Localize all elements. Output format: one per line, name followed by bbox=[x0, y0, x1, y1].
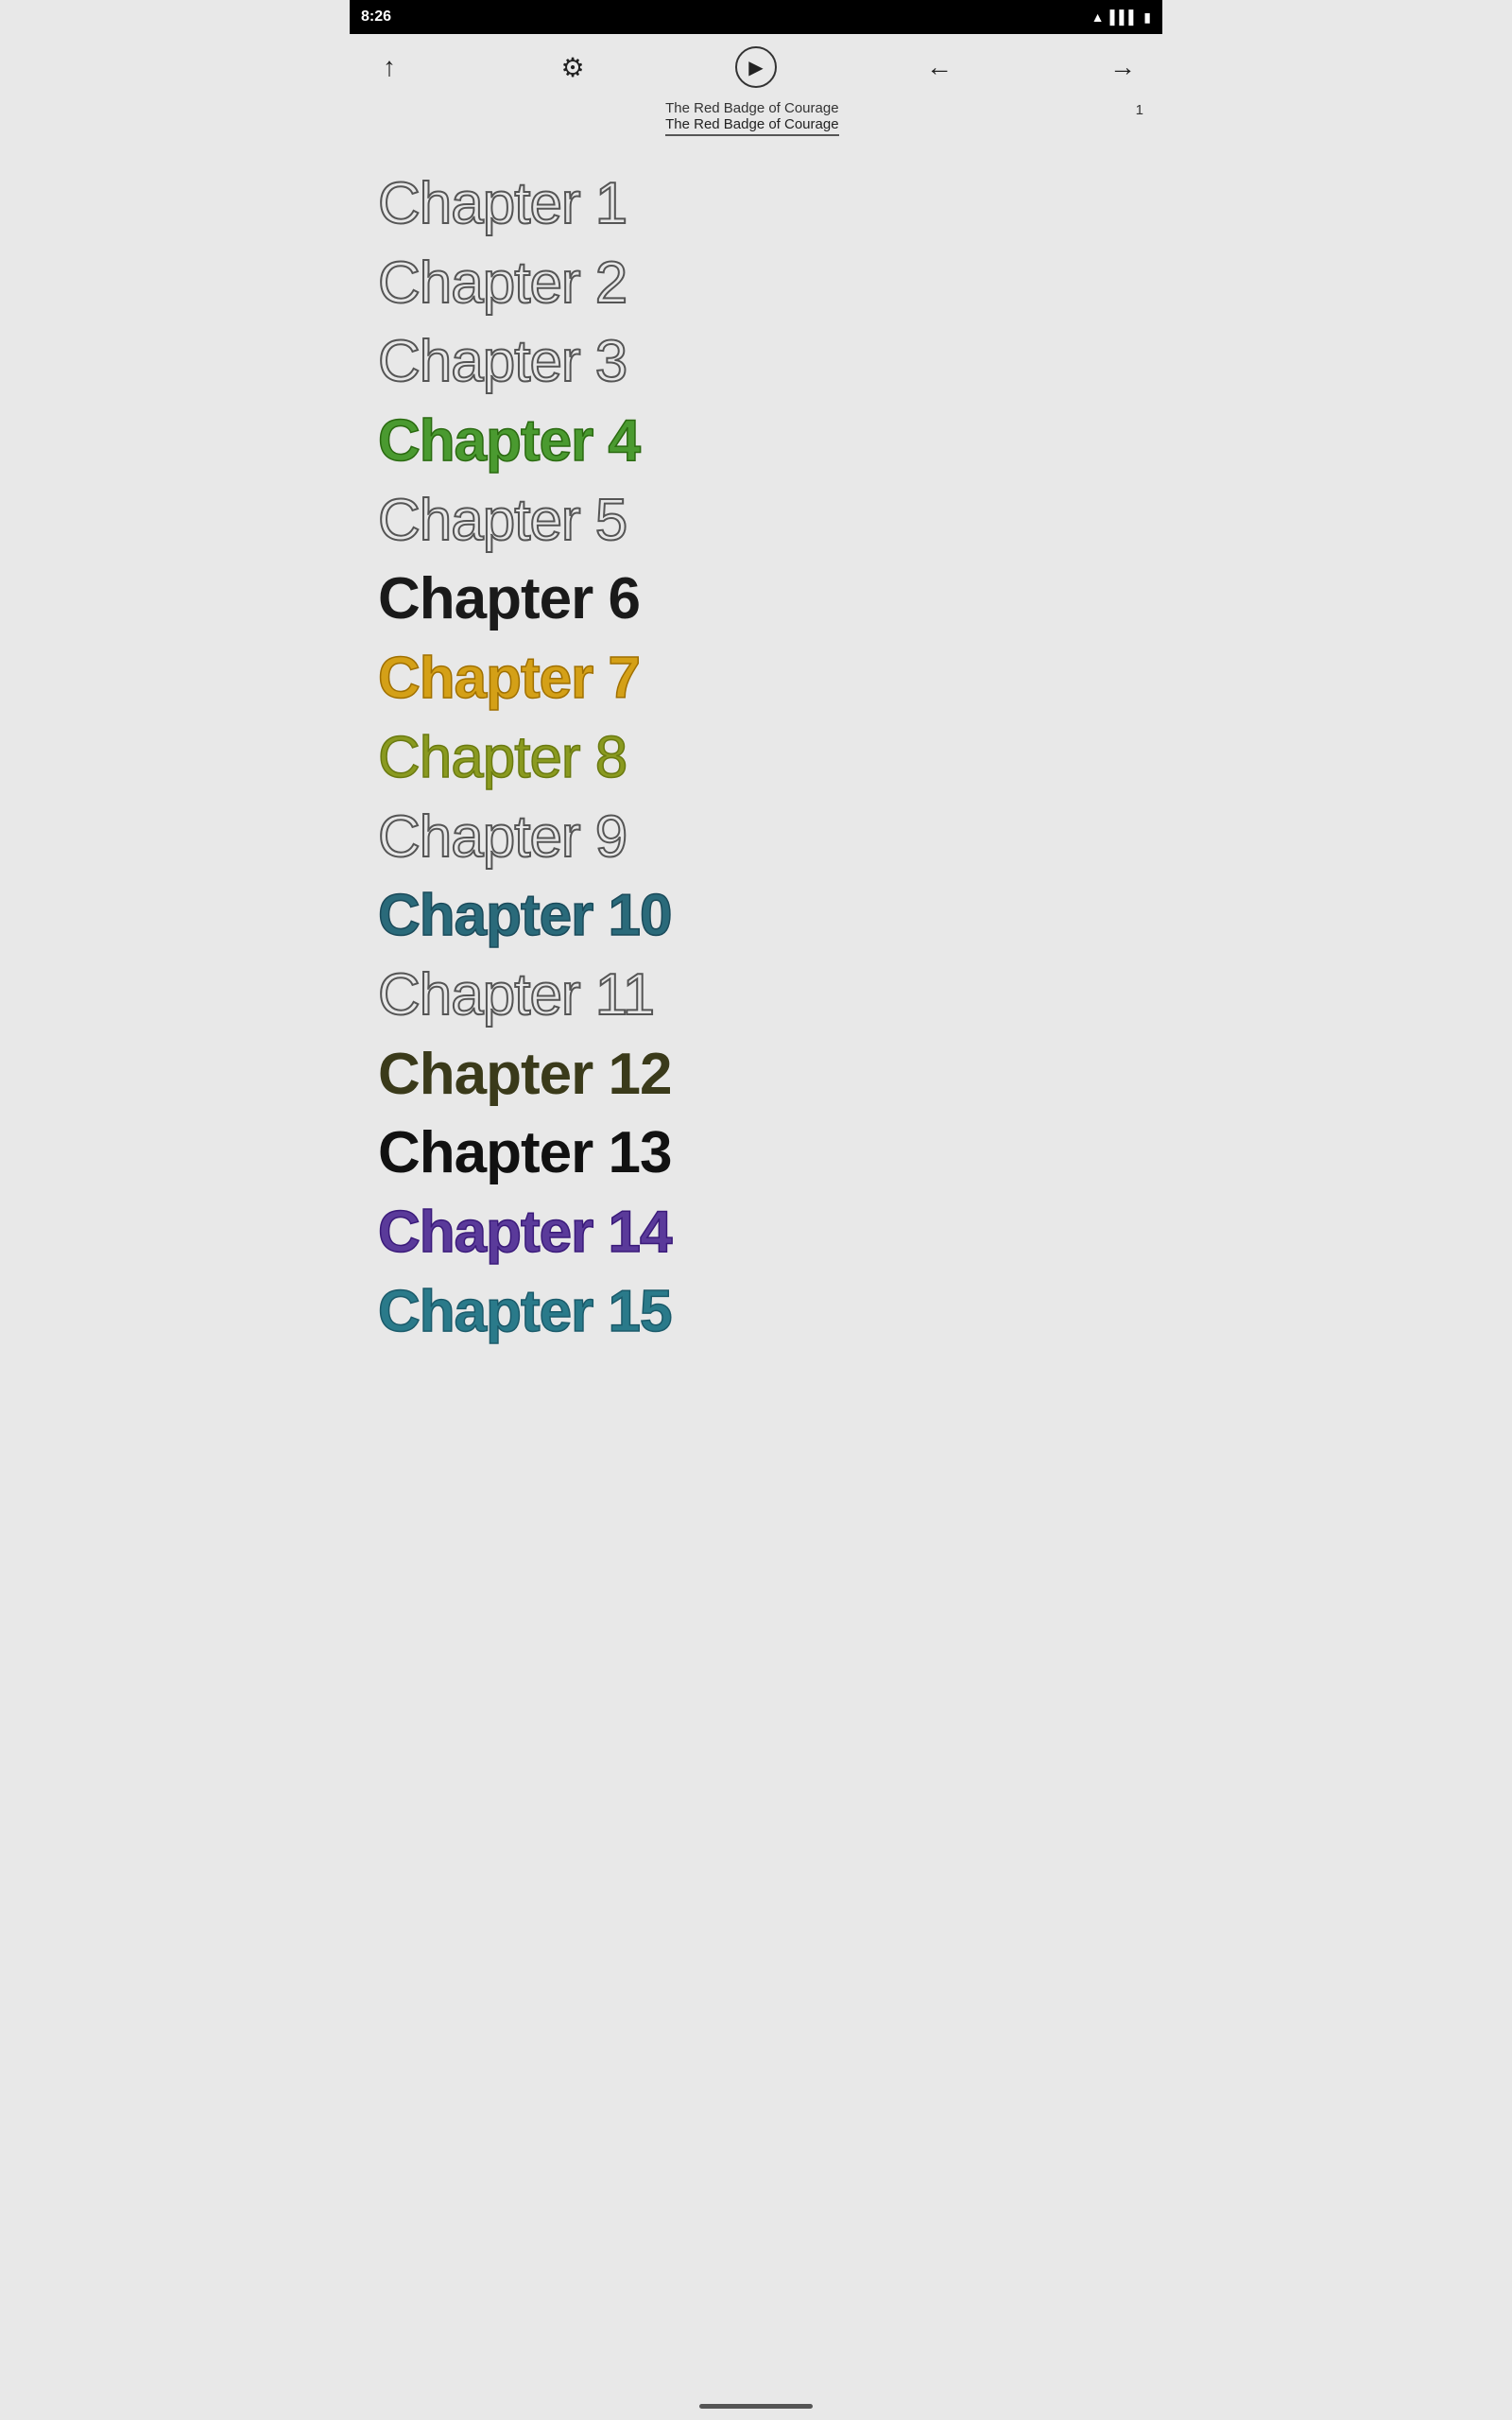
book-subtitle: The Red Badge of Courage bbox=[665, 116, 838, 136]
chapter-item-4[interactable]: Chapter 4 bbox=[378, 402, 1134, 481]
header-center: The Red Badge of Courage The Red Badge o… bbox=[369, 100, 1136, 136]
status-icons: ▲ ▌▌▌ ▮ bbox=[1091, 9, 1151, 26]
toolbar: ↑ ⚙ ▶ ← → bbox=[350, 34, 1162, 100]
nav-indicator bbox=[699, 2404, 813, 2409]
chapter-item-8[interactable]: Chapter 8 bbox=[378, 718, 1134, 798]
settings-button[interactable]: ⚙ bbox=[552, 46, 593, 88]
chapter-item-10[interactable]: Chapter 10 bbox=[378, 876, 1134, 956]
status-time: 8:26 bbox=[361, 9, 391, 26]
chapter-item-2[interactable]: Chapter 2 bbox=[378, 244, 1134, 323]
chapter-item-9[interactable]: Chapter 9 bbox=[378, 798, 1134, 877]
status-bar: 8:26 ▲ ▌▌▌ ▮ bbox=[350, 0, 1162, 34]
nav-bar bbox=[350, 2392, 1162, 2420]
signal-icon: ▌▌▌ bbox=[1110, 9, 1139, 25]
back-button[interactable]: ← bbox=[919, 46, 960, 88]
chapter-item-11[interactable]: Chapter 11 bbox=[378, 956, 1134, 1035]
chapter-list: Chapter 1 Chapter 2 Chapter 3 Chapter 4 … bbox=[350, 146, 1162, 1379]
battery-icon: ▮ bbox=[1143, 9, 1151, 26]
header: The Red Badge of Courage The Red Badge o… bbox=[350, 100, 1162, 146]
forward-button[interactable]: → bbox=[1102, 46, 1143, 88]
chapter-item-15[interactable]: Chapter 15 bbox=[378, 1272, 1134, 1352]
chapter-item-7[interactable]: Chapter 7 bbox=[378, 639, 1134, 718]
page-number: 1 bbox=[1136, 100, 1143, 118]
wifi-icon: ▲ bbox=[1091, 9, 1105, 25]
chapter-item-1[interactable]: Chapter 1 bbox=[378, 164, 1134, 244]
chapter-item-14[interactable]: Chapter 14 bbox=[378, 1193, 1134, 1272]
chapter-item-5[interactable]: Chapter 5 bbox=[378, 481, 1134, 561]
up-arrow-button[interactable]: ↑ bbox=[369, 46, 410, 88]
chapter-item-3[interactable]: Chapter 3 bbox=[378, 322, 1134, 402]
chapter-item-13[interactable]: Chapter 13 bbox=[378, 1114, 1134, 1193]
chapter-item-12[interactable]: Chapter 12 bbox=[378, 1035, 1134, 1115]
chapter-item-6[interactable]: Chapter 6 bbox=[378, 560, 1134, 639]
play-button[interactable]: ▶ bbox=[735, 46, 777, 88]
book-title: The Red Badge of Courage bbox=[369, 100, 1136, 116]
